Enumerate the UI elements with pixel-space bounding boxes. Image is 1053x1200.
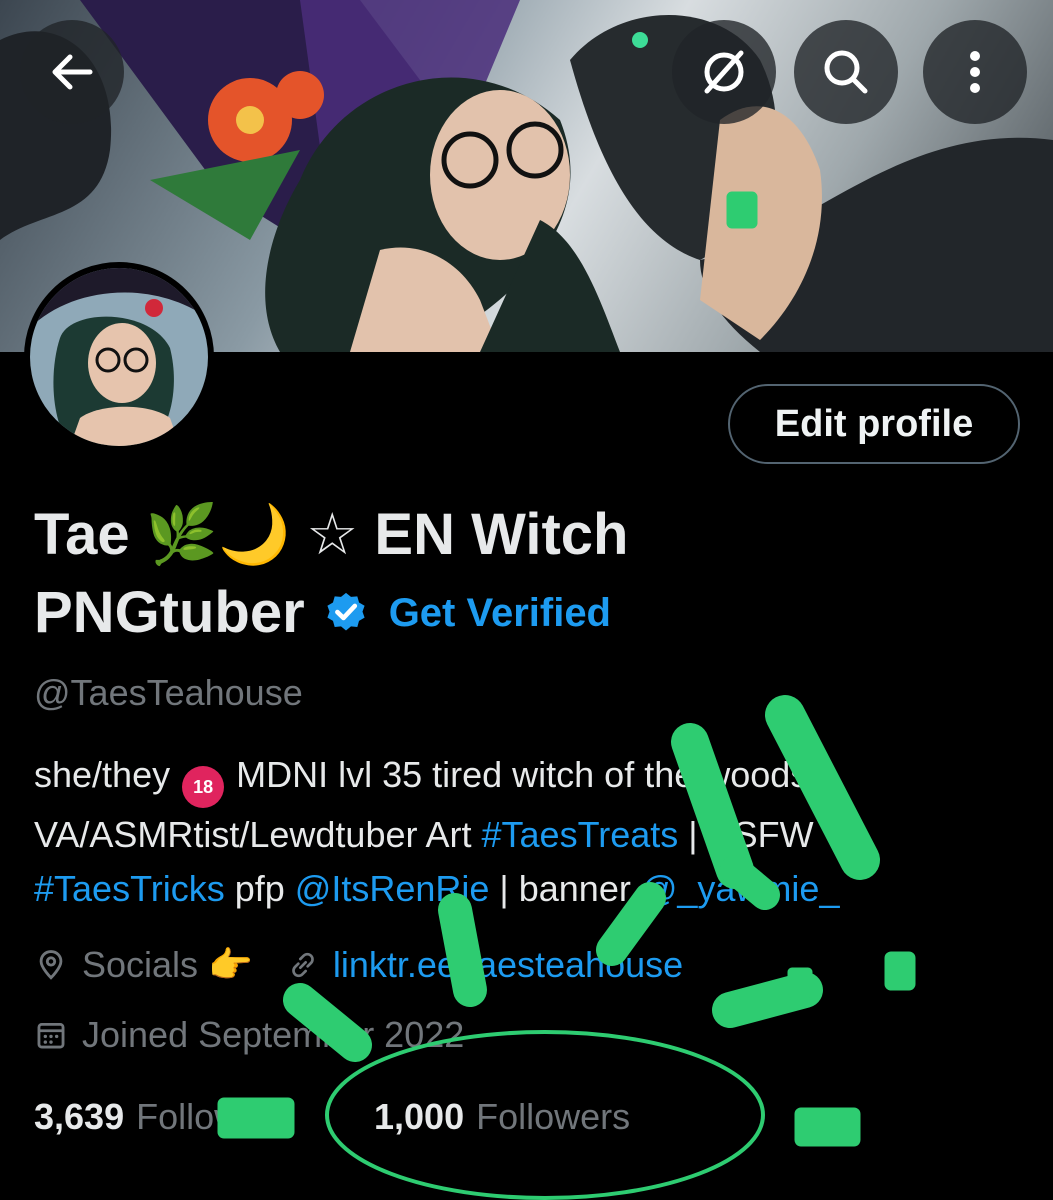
verified-badge-icon[interactable]: [323, 590, 369, 636]
followers-count-link[interactable]: 1,000 Followers: [374, 1096, 630, 1138]
avatar-image: [30, 268, 208, 446]
profile-meta: Socials 👉 linktr.ee/taesteahouse: [34, 944, 683, 986]
following-count: 3,639: [34, 1096, 125, 1137]
mention-link[interactable]: @_yawmie_: [641, 868, 840, 909]
following-count-link[interactable]: 3,639 Following: [34, 1096, 288, 1138]
profile-handle: @TaesTeahouse: [34, 672, 303, 713]
search-icon: [824, 50, 868, 94]
bio-text: she/they: [34, 754, 181, 795]
no-under-18-icon: 18: [182, 766, 225, 808]
arrow-left-icon: [52, 54, 93, 90]
grok-button[interactable]: [672, 20, 776, 124]
followers-count: 1,000: [374, 1096, 465, 1137]
search-button[interactable]: [794, 20, 898, 124]
avatar[interactable]: [24, 262, 214, 452]
bio-line-2: VA/ASMRtist/Lewdtuber Art #TaesTreats | …: [34, 808, 1024, 862]
location-text: Socials 👉: [82, 944, 253, 985]
more-vertical-icon: [970, 51, 980, 93]
display-name-line2-row: PNGtuber Get Verified: [34, 574, 994, 652]
back-button[interactable]: [20, 20, 124, 124]
display-name: Tae 🌿🌙 ☆ EN Witch PNGtuber Get Verified: [34, 496, 994, 652]
mention-link[interactable]: @ItsRenRie: [295, 868, 490, 909]
edit-profile-button[interactable]: Edit profile: [728, 384, 1020, 464]
link-icon: [287, 949, 319, 981]
get-verified-link[interactable]: Get Verified: [389, 574, 611, 652]
website-link[interactable]: linktr.ee/taesteahouse: [333, 944, 683, 986]
display-name-line2: PNGtuber: [34, 580, 305, 645]
profile-meta-joined: Joined September 2022: [34, 1014, 464, 1056]
joined-date: Joined September 2022: [82, 1014, 465, 1055]
location-pin-icon: [34, 948, 68, 982]
bio-text: pfp: [224, 868, 295, 909]
bio-text: | banner: [489, 868, 641, 909]
hashtag-link[interactable]: #TaesTreats: [482, 814, 679, 855]
grok-slash-circle-icon: [704, 50, 744, 94]
bio-line-3: #TaesTricks pfp @ItsRenRie | banner @_ya…: [34, 862, 1024, 916]
bio-text: VA/ASMRtist/Lewdtuber Art: [34, 814, 482, 855]
profile-bio: she/they 18 MDNI lvl 35 tired witch of t…: [34, 748, 1024, 916]
following-label: Following: [136, 1096, 289, 1137]
bio-text: MDNI lvl 35 tired witch of the woods: [226, 754, 809, 795]
hashtag-link[interactable]: #TaesTricks: [34, 868, 225, 909]
followers-label: Followers: [476, 1096, 631, 1137]
calendar-icon: [34, 1018, 68, 1052]
display-name-line1: Tae 🌿🌙 ☆ EN Witch: [34, 502, 629, 567]
bio-line-1: she/they 18 MDNI lvl 35 tired witch of t…: [34, 748, 1024, 808]
more-options-button[interactable]: [923, 20, 1027, 124]
follow-counts: 3,639 Following 1,000 Followers: [34, 1096, 630, 1138]
bio-text: | NSFW: [678, 814, 814, 855]
